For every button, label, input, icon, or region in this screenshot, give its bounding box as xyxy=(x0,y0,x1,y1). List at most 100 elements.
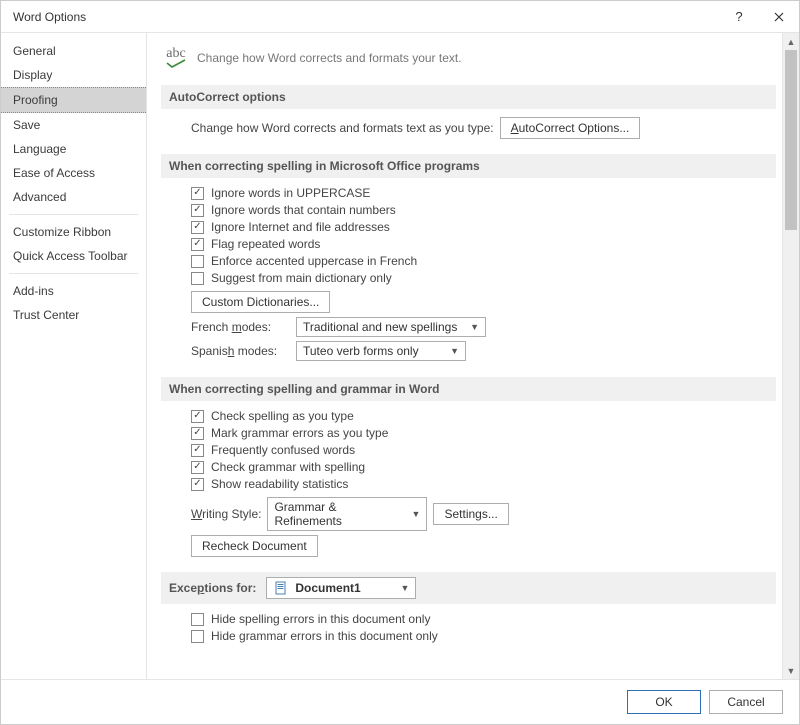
close-button[interactable] xyxy=(759,1,799,33)
writing-style-label: Writing Style: xyxy=(191,507,261,521)
checkbox[interactable] xyxy=(191,613,204,626)
checkbox[interactable] xyxy=(191,238,204,251)
scroll-up-arrow[interactable]: ▲ xyxy=(783,33,799,50)
french-modes-dropdown[interactable]: Traditional and new spellings ▼ xyxy=(296,317,486,337)
checkbox[interactable] xyxy=(191,427,204,440)
chevron-down-icon: ▼ xyxy=(470,322,479,332)
checkbox-label: Check grammar with spelling xyxy=(211,460,365,474)
exceptions-dropdown[interactable]: Document1 ▼ xyxy=(266,577,416,599)
checkbox[interactable] xyxy=(191,478,204,491)
section-autocorrect-header: AutoCorrect options xyxy=(161,85,776,109)
checkbox-row[interactable]: Suggest from main dictionary only xyxy=(191,271,776,285)
checkbox-label: Frequently confused words xyxy=(211,443,355,457)
writing-style-dropdown[interactable]: Grammar & Refinements ▼ xyxy=(267,497,427,531)
checkbox[interactable] xyxy=(191,204,204,217)
checkbox[interactable] xyxy=(191,221,204,234)
writing-style-dropdown-value: Grammar & Refinements xyxy=(274,500,405,528)
checkbox[interactable] xyxy=(191,444,204,457)
section-spelling-office-body: Ignore words in UPPERCASE Ignore words th… xyxy=(161,186,776,375)
proofing-icon: abc xyxy=(165,47,187,69)
french-modes-label: French modes: xyxy=(191,320,286,334)
help-button[interactable]: ? xyxy=(719,1,759,33)
checkbox-row[interactable]: Flag repeated words xyxy=(191,237,776,251)
sidebar-separator xyxy=(9,273,138,274)
checkbox-row[interactable]: Hide grammar errors in this document onl… xyxy=(191,629,776,643)
content: abc Change how Word corrects and formats… xyxy=(147,33,782,679)
checkbox-row[interactable]: Ignore words in UPPERCASE xyxy=(191,186,776,200)
scroll-down-arrow[interactable]: ▼ xyxy=(783,662,799,679)
section-exceptions-header: Exceptions for: Document1 ▼ xyxy=(161,572,776,604)
spanish-modes-dropdown-value: Tuteo verb forms only xyxy=(303,344,444,358)
settings-button[interactable]: Settings... xyxy=(433,503,508,525)
sidebar-item-add-ins[interactable]: Add-ins xyxy=(1,279,146,303)
checkbox-label: Ignore Internet and file addresses xyxy=(211,220,390,234)
chevron-down-icon: ▼ xyxy=(400,583,409,593)
checkbox-label: Flag repeated words xyxy=(211,237,320,251)
checkbox-label: Hide grammar errors in this document onl… xyxy=(211,629,438,643)
checkbox[interactable] xyxy=(191,630,204,643)
footer: OK Cancel xyxy=(1,680,799,724)
checkbox-label: Enforce accented uppercase in French xyxy=(211,254,417,268)
checkbox-row[interactable]: Show readability statistics xyxy=(191,477,776,491)
checkbox-row[interactable]: Ignore words that contain numbers xyxy=(191,203,776,217)
intro-text: Change how Word corrects and formats you… xyxy=(197,51,462,65)
checkbox-label: Hide spelling errors in this document on… xyxy=(211,612,430,626)
checkbox-label: Mark grammar errors as you type xyxy=(211,426,388,440)
exceptions-label: Exceptions for: xyxy=(169,581,256,595)
sidebar-item-proofing[interactable]: Proofing xyxy=(1,87,146,113)
sidebar: GeneralDisplayProofingSaveLanguageEase o… xyxy=(1,33,147,679)
spanish-modes-dropdown[interactable]: Tuteo verb forms only ▼ xyxy=(296,341,466,361)
exceptions-value: Document1 xyxy=(295,581,394,595)
titlebar: Word Options ? xyxy=(1,1,799,33)
ok-button[interactable]: OK xyxy=(627,690,701,714)
dialog-body: GeneralDisplayProofingSaveLanguageEase o… xyxy=(1,33,799,680)
checkbox-row[interactable]: Check grammar with spelling xyxy=(191,460,776,474)
checkbox-label: Ignore words in UPPERCASE xyxy=(211,186,370,200)
cancel-button[interactable]: Cancel xyxy=(709,690,783,714)
sidebar-item-customize-ribbon[interactable]: Customize Ribbon xyxy=(1,220,146,244)
checkbox[interactable] xyxy=(191,272,204,285)
sidebar-item-quick-access-toolbar[interactable]: Quick Access Toolbar xyxy=(1,244,146,268)
sidebar-item-trust-center[interactable]: Trust Center xyxy=(1,303,146,327)
section-spelling-office-header: When correcting spelling in Microsoft Of… xyxy=(161,154,776,178)
scroll-track[interactable] xyxy=(783,50,799,662)
checkbox-label: Ignore words that contain numbers xyxy=(211,203,396,217)
scroll-thumb[interactable] xyxy=(785,50,797,230)
sidebar-item-language[interactable]: Language xyxy=(1,137,146,161)
sidebar-item-ease-of-access[interactable]: Ease of Access xyxy=(1,161,146,185)
checkbox-row[interactable]: Hide spelling errors in this document on… xyxy=(191,612,776,626)
recheck-document-button[interactable]: Recheck Document xyxy=(191,535,318,557)
dialog-title: Word Options xyxy=(13,10,719,24)
section-spelling-word-header: When correcting spelling and grammar in … xyxy=(161,377,776,401)
vertical-scrollbar[interactable]: ▲ ▼ xyxy=(782,33,799,679)
checkbox[interactable] xyxy=(191,187,204,200)
checkbox-row[interactable]: Mark grammar errors as you type xyxy=(191,426,776,440)
chevron-down-icon: ▼ xyxy=(412,509,421,519)
content-wrap: abc Change how Word corrects and formats… xyxy=(147,33,799,679)
checkbox[interactable] xyxy=(191,461,204,474)
checkbox[interactable] xyxy=(191,255,204,268)
sidebar-item-save[interactable]: Save xyxy=(1,113,146,137)
sidebar-item-advanced[interactable]: Advanced xyxy=(1,185,146,209)
checkbox-row[interactable]: Check spelling as you type xyxy=(191,409,776,423)
checkbox-row[interactable]: Frequently confused words xyxy=(191,443,776,457)
autocorrect-text: Change how Word corrects and formats tex… xyxy=(191,121,494,135)
word-options-dialog: Word Options ? GeneralDisplayProofingSav… xyxy=(0,0,800,725)
checkbox-row[interactable]: Enforce accented uppercase in French xyxy=(191,254,776,268)
sidebar-separator xyxy=(9,214,138,215)
custom-dictionaries-button[interactable]: Custom Dictionaries... xyxy=(191,291,330,313)
section-exceptions-body: Hide spelling errors in this document on… xyxy=(161,612,776,656)
checkbox-label: Suggest from main dictionary only xyxy=(211,271,392,285)
checkbox-row[interactable]: Ignore Internet and file addresses xyxy=(191,220,776,234)
french-modes-dropdown-value: Traditional and new spellings xyxy=(303,320,464,334)
section-autocorrect-body: Change how Word corrects and formats tex… xyxy=(161,117,776,152)
checkbox[interactable] xyxy=(191,410,204,423)
checkbox-label: Check spelling as you type xyxy=(211,409,354,423)
autocorrect-options-button[interactable]: AutoCorrect Options... xyxy=(500,117,641,139)
intro: abc Change how Word corrects and formats… xyxy=(161,43,776,83)
document-icon xyxy=(273,580,289,596)
chevron-down-icon: ▼ xyxy=(450,346,459,356)
sidebar-item-display[interactable]: Display xyxy=(1,63,146,87)
sidebar-item-general[interactable]: General xyxy=(1,39,146,63)
checkbox-label: Show readability statistics xyxy=(211,477,348,491)
